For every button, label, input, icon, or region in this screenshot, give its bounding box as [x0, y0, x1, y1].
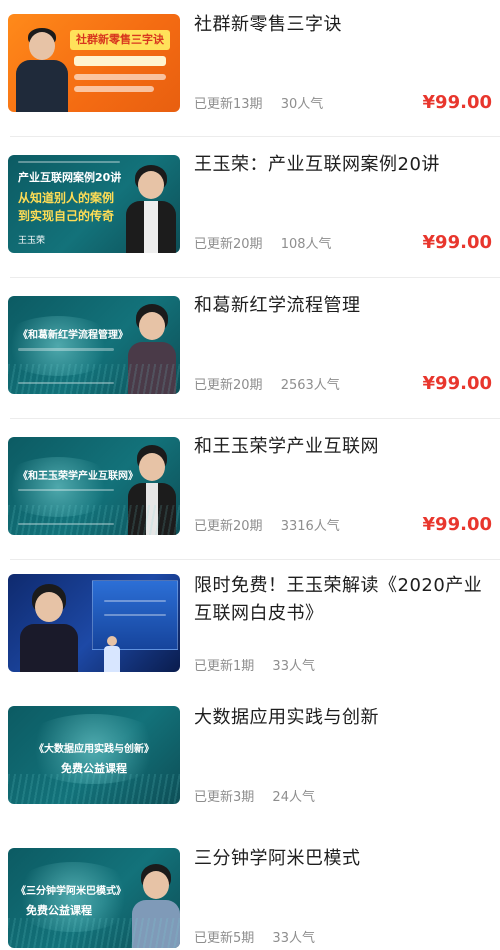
thumbnail-subtitle: 到实现自己的传奇 — [18, 209, 115, 223]
thumbnail-title: 《和王玉荣学产业互联网》 — [18, 471, 138, 482]
update-count: 已更新3期 — [194, 790, 255, 805]
course-title[interactable]: 大数据应用实践与创新 — [194, 705, 488, 731]
popularity-count: 30人气 — [280, 97, 324, 112]
popularity-count: 3316人气 — [280, 519, 340, 534]
update-count: 已更新1期 — [194, 659, 255, 674]
course-thumbnail[interactable]: 《大数据应用实践与创新》 免费公益课程 — [8, 706, 180, 804]
course-meta: 已更新5期 33人气 — [194, 927, 329, 946]
course-title[interactable]: 和王玉荣学产业互联网 — [194, 434, 488, 460]
course-thumbnail[interactable] — [8, 574, 180, 672]
thumbnail-deco — [8, 918, 180, 948]
course-title[interactable]: 限时免费！王玉荣解读《2020产业互联网白皮书》 — [194, 572, 488, 628]
presenter-image — [16, 582, 82, 672]
course-meta: 已更新13期 30人气 — [194, 93, 337, 112]
course-title[interactable]: 社群新零售三字诀 — [194, 12, 488, 38]
course-price: ¥99.00 — [422, 92, 492, 113]
thumbnail-deco — [8, 505, 180, 535]
thumbnail-subtitle: 从知道别人的案例 — [18, 191, 115, 205]
popularity-count: 24人气 — [272, 790, 315, 805]
list-item[interactable]: 《大数据应用实践与创新》 免费公益课程 大数据应用实践与创新 已更新3期 24人… — [0, 698, 500, 830]
thumbnail-deco — [18, 489, 114, 491]
popularity-count: 108人气 — [280, 237, 332, 252]
course-meta: 已更新3期 24人气 — [194, 786, 329, 805]
thumbnail-deco — [18, 348, 114, 351]
thumbnail-deco — [8, 774, 180, 804]
thumbnail-title: 《大数据应用实践与创新》 — [34, 744, 154, 755]
course-thumbnail[interactable]: 《和王玉荣学产业互联网》 — [8, 437, 180, 535]
course-thumbnail[interactable]: 《和葛新红学流程管理》 — [8, 296, 180, 394]
course-title[interactable]: 和葛新红学流程管理 — [194, 293, 488, 319]
list-item[interactable]: 社群新零售三字诀 社群新零售三字诀 已更新13期 30人气 ¥99.00 — [0, 0, 500, 136]
thumbnail-deco — [8, 364, 180, 394]
thumbnail-deco — [104, 600, 166, 602]
thumbnail-title: 《三分钟学阿米巴模式》 — [16, 886, 126, 897]
course-meta: 已更新1期 33人气 — [194, 655, 329, 674]
course-meta: 已更新20期 2563人气 — [194, 374, 354, 393]
thumbnail-deco — [18, 161, 120, 163]
thumbnail-title: 社群新零售三字诀 — [70, 30, 170, 50]
course-thumbnail[interactable]: 社群新零售三字诀 — [8, 14, 180, 112]
thumbnail-caption — [74, 74, 166, 80]
thumbnail-subtitle: 免费公益课程 — [26, 904, 92, 917]
course-price: ¥99.00 — [422, 232, 492, 253]
course-meta: 已更新20期 108人气 — [194, 233, 346, 252]
course-list: 社群新零售三字诀 社群新零售三字诀 已更新13期 30人气 ¥99.00 产业互… — [0, 0, 500, 950]
course-title[interactable]: 王玉荣：产业互联网案例20讲 — [194, 152, 488, 178]
course-price: ¥99.00 — [422, 514, 492, 535]
course-title[interactable]: 三分钟学阿米巴模式 — [194, 846, 488, 872]
list-item[interactable]: 《三分钟学阿米巴模式》 免费公益课程 三分钟学阿米巴模式 已更新5期 33人气 — [0, 834, 500, 950]
list-item[interactable]: 限时免费！王玉荣解读《2020产业互联网白皮书》 已更新1期 33人气 — [0, 560, 500, 698]
course-price: ¥99.00 — [422, 373, 492, 394]
thumbnail-title: 产业互联网案例20讲 — [18, 171, 122, 184]
thumbnail-caption — [74, 86, 154, 92]
course-thumbnail[interactable]: 《三分钟学阿米巴模式》 免费公益课程 — [8, 848, 180, 948]
course-thumbnail[interactable]: 产业互联网案例20讲 从知道别人的案例 到实现自己的传奇 王玉荣 — [8, 155, 180, 253]
list-item[interactable]: 《和王玉荣学产业互联网》 和王玉荣学产业互联网 已更新20期 3316人气 ¥9… — [0, 419, 500, 559]
presenter-name: 王玉荣 — [18, 236, 46, 246]
popularity-count: 33人气 — [272, 659, 315, 674]
update-count: 已更新20期 — [194, 237, 263, 252]
update-count: 已更新20期 — [194, 519, 263, 534]
list-item[interactable]: 产业互联网案例20讲 从知道别人的案例 到实现自己的传奇 王玉荣 王玉荣：产业互… — [0, 137, 500, 277]
speaker-image — [104, 636, 120, 672]
presenter-image — [124, 161, 178, 253]
list-item[interactable]: 《和葛新红学流程管理》 和葛新红学流程管理 已更新20期 2563人气 ¥99.… — [0, 278, 500, 418]
update-count: 已更新5期 — [194, 931, 255, 946]
course-meta: 已更新20期 3316人气 — [194, 515, 354, 534]
update-count: 已更新13期 — [194, 97, 263, 112]
thumbnail-subtitle — [74, 56, 166, 66]
popularity-count: 33人气 — [272, 931, 315, 946]
thumbnail-title: 《和葛新红学流程管理》 — [18, 330, 128, 341]
presenter-image — [14, 22, 70, 112]
thumbnail-deco — [104, 614, 166, 616]
update-count: 已更新20期 — [194, 378, 263, 393]
popularity-count: 2563人气 — [280, 378, 340, 393]
